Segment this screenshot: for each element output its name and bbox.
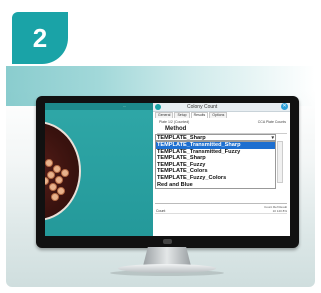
tab-results[interactable]: Results [190,112,209,118]
colony-marker [55,176,63,184]
dialog-tabs: General Setup Results Options [155,112,228,118]
step-card: 2 ... Colony Count ✕ General Setup Resul… [6,6,315,287]
monitor-logo [163,239,172,244]
colony-marker [61,169,69,177]
method-label: Method [165,126,187,132]
colony-count-dialog: Colony Count ✕ General Setup Results Opt… [153,103,290,236]
monitor-screen: ... Colony Count ✕ General Setup Results… [45,103,290,236]
dropdown-scrollbar[interactable] [277,141,283,183]
results-grid: Count Ref Result Count 10 120 8% [155,203,287,232]
colony-marker [49,183,57,191]
tab-general[interactable]: General [155,112,174,118]
step-number-badge: 2 [12,12,68,64]
app-icon [155,104,161,110]
colony-marker [45,159,53,167]
petri-dish-image [45,121,81,221]
monitor: ... Colony Count ✕ General Setup Results… [36,96,299,248]
dropdown-option[interactable]: TEMPLATE_Transmitted_Fuzzy [156,149,275,156]
plate-subtitle: Plate 1/2 (Counted) [159,120,190,124]
dropdown-option[interactable]: TEMPLATE_Fuzzy_Colors [156,175,275,182]
colony-marker [45,177,49,185]
tab-options[interactable]: Options [209,112,228,118]
dropdown-option[interactable]: TEMPLATE_Sharp [156,155,275,162]
dialog-title: Colony Count [187,104,218,110]
dropdown-option[interactable]: TEMPLATE_Transmitted_Sharp [156,142,275,149]
dropdown-option[interactable]: Red and Blue [156,182,275,189]
method-select[interactable]: TEMPLATE_Sharp ▾ [155,134,276,141]
divider [155,213,287,214]
monitor-stand-base [118,264,216,273]
dropdown-option[interactable]: TEMPLATE_Colors [156,168,275,175]
tab-setup[interactable]: Setup [174,112,190,118]
image-workspace[interactable]: ... [45,103,153,236]
dropdown-option[interactable]: TEMPLATE_Fuzzy [156,162,275,169]
dialog-titlebar[interactable]: Colony Count ✕ [153,103,290,112]
colony-marker [51,193,59,201]
plate-counts-note: CCA Plate Counts [257,120,286,124]
close-icon[interactable]: ✕ [281,103,288,110]
workspace-toolbar [45,103,153,110]
method-dropdown-list: TEMPLATE_Transmitted_Sharp TEMPLATE_Tran… [155,141,276,190]
workspace-label: ... [123,103,127,108]
